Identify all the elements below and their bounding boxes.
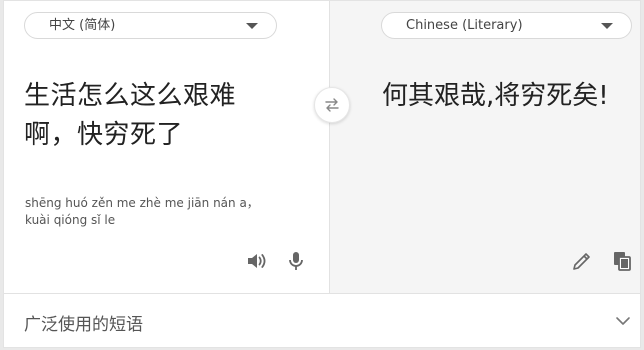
speaker-button[interactable] <box>242 247 270 275</box>
target-language-label: Chinese (Literary) <box>406 18 523 33</box>
pencil-icon <box>573 253 590 270</box>
pinyin-transliteration: shēng huó zěn me zhè me jiān nán a， kuài… <box>25 195 315 229</box>
pinyin-line: shēng huó zěn me zhè me jiān nán a， <box>25 196 259 210</box>
common-phrases-expander[interactable]: 广泛使用的短语 <box>4 293 640 347</box>
copy-button[interactable] <box>608 247 636 275</box>
target-pane: Chinese (Literary) 何其艰哉,将穷死矣! <box>330 1 640 293</box>
chevron-down-icon <box>246 23 258 29</box>
source-language-label: 中文 (简体) <box>49 18 116 33</box>
chevron-down-icon <box>614 312 632 334</box>
pinyin-line: kuài qióng sǐ le <box>25 213 116 227</box>
edit-button[interactable] <box>568 247 596 275</box>
source-language-select[interactable]: 中文 (简体) <box>24 12 277 39</box>
source-text-line: 啊，快穷死了 <box>24 120 184 150</box>
source-text-line: 生活怎么这么艰难 <box>24 81 237 111</box>
source-text[interactable]: 生活怎么这么艰难 啊，快穷死了 <box>24 77 284 155</box>
source-pane: 中文 (简体) 生活怎么这么艰难 啊，快穷死了 shēng huó zěn me… <box>4 1 330 293</box>
copy-icon <box>614 252 631 271</box>
speaker-icon <box>248 254 266 268</box>
swap-arrows-icon <box>325 98 339 112</box>
microphone-button[interactable] <box>282 247 310 275</box>
chevron-down-icon <box>601 23 613 29</box>
common-phrases-label: 广泛使用的短语 <box>24 315 143 335</box>
microphone-icon <box>289 252 303 270</box>
swap-languages-button[interactable] <box>314 87 350 123</box>
target-language-select[interactable]: Chinese (Literary) <box>381 12 632 39</box>
translated-text: 何其艰哉,将穷死矣! <box>382 81 609 111</box>
translator-card: 中文 (简体) 生活怎么这么艰难 啊，快穷死了 shēng huó zěn me… <box>3 0 641 348</box>
